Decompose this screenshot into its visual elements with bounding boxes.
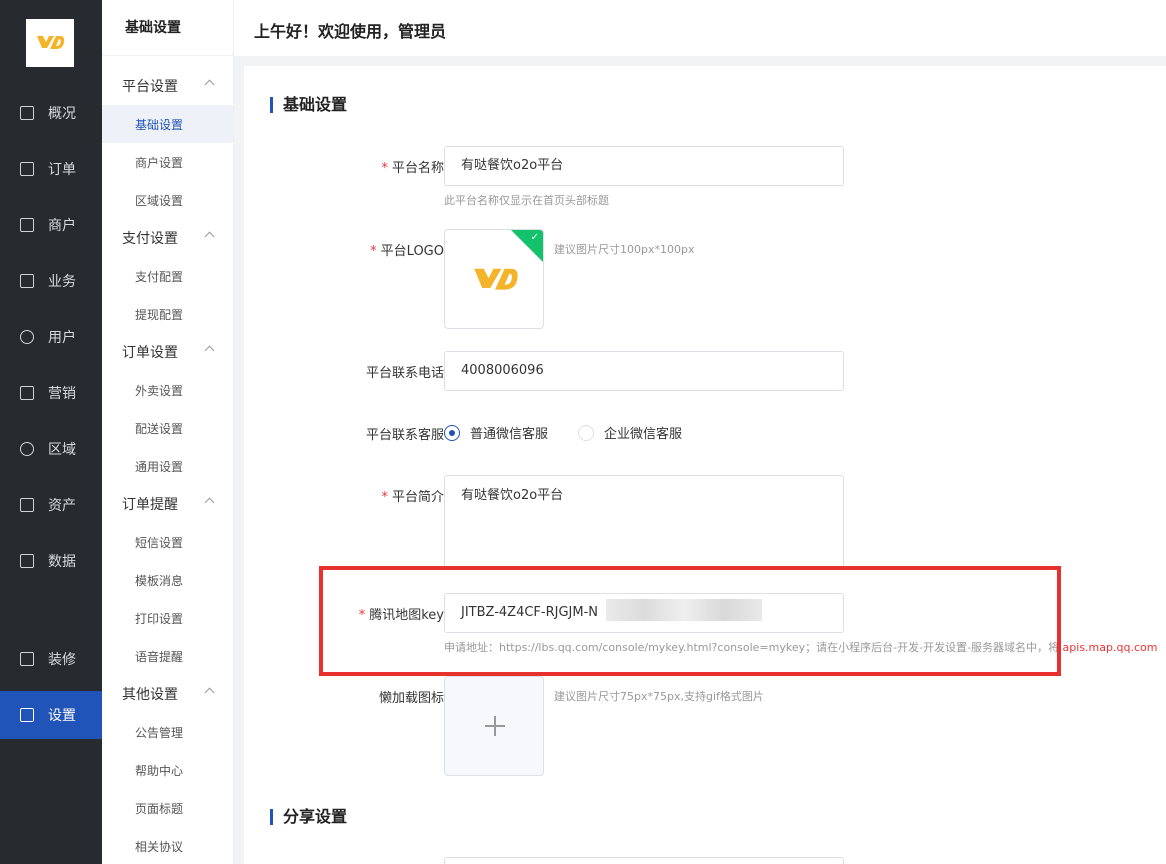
submenu-item-notice[interactable]: 公告管理 <box>102 713 233 751</box>
submenu-header: 基础设置 <box>102 0 233 56</box>
nav-item-marketing[interactable]: 营销 <box>0 369 102 417</box>
nav-item-orders[interactable]: 订单 <box>0 145 102 193</box>
platform-name-hint: 此平台名称仅显示在首页头部标题 <box>444 194 609 207</box>
intro-label: * 平台简介 <box>381 490 444 505</box>
nav-item-decorate[interactable]: 装修 <box>0 635 102 683</box>
decorate-icon <box>20 652 34 666</box>
platform-name-label: * 平台名称 <box>381 161 444 176</box>
platform-name-input[interactable]: 有哒餐饮o2o平台 <box>444 146 844 186</box>
required-mark: * <box>381 161 388 176</box>
lazy-icon-label: 懒加载图标 <box>378 691 444 706</box>
submenu-group-order[interactable]: 订单设置 <box>102 333 233 371</box>
order-list-icon <box>20 162 34 176</box>
radio-option-wechat[interactable]: 普通微信客服 <box>444 423 548 442</box>
submenu-item-general[interactable]: 通用设置 <box>102 447 233 485</box>
platform-logo-hint: 建议图片尺寸100px*100px <box>554 243 695 256</box>
settings-form-card: 基础设置 * 平台名称 有哒餐饮o2o平台 此平台名称仅显示在首页头部标题 * 平台… <box>244 66 1166 864</box>
nav-item-users[interactable]: 用户 <box>0 313 102 361</box>
radio-option-enterprise-wechat[interactable]: 企业微信客服 <box>578 423 682 442</box>
submenu-item-merchant[interactable]: 商户设置 <box>102 143 233 181</box>
submenu-group-reminder[interactable]: 订单提醒 <box>102 485 233 523</box>
chart-board-icon <box>20 106 34 120</box>
submenu-item-print[interactable]: 打印设置 <box>102 599 233 637</box>
required-mark: * <box>370 244 377 259</box>
submenu-item-voice[interactable]: 语音提醒 <box>102 637 233 675</box>
submenu-item-delivery[interactable]: 配送设置 <box>102 409 233 447</box>
phone-label: 平台联系电话 <box>365 366 444 381</box>
share-field-input[interactable] <box>444 857 844 864</box>
bar-chart-icon <box>20 554 34 568</box>
radio-unchecked-icon[interactable] <box>578 424 595 441</box>
submenu-item-payment-config[interactable]: 支付配置 <box>102 257 233 295</box>
nav-item-region[interactable]: 区域 <box>0 425 102 473</box>
platform-logo-label: * 平台LOGO <box>370 244 444 259</box>
lazy-icon-uploader[interactable] <box>444 676 544 776</box>
submenu-group-payment[interactable]: 支付设置 <box>102 219 233 257</box>
section-title-basic: 基础设置 <box>270 97 347 113</box>
submenu-group-platform[interactable]: 平台设置 <box>102 67 233 105</box>
logo-mark-icon <box>37 36 65 49</box>
settings-submenu: 基础设置 平台设置 基础设置 商户设置 区域设置 支付设置 支付配置 提现配置 … <box>102 0 234 864</box>
service-label: 平台联系客服 <box>365 428 444 443</box>
submenu-item-template[interactable]: 模板消息 <box>102 561 233 599</box>
nav-item-settings[interactable]: 设置 <box>0 691 102 739</box>
submenu-item-basic[interactable]: 基础设置 <box>102 105 233 143</box>
map-domain-text: apis.map.qq.com <box>1062 641 1158 654</box>
check-icon: ✓ <box>530 232 539 243</box>
nav-item-merchants[interactable]: 商户 <box>0 201 102 249</box>
submenu-item-page-title[interactable]: 页面标题 <box>102 789 233 827</box>
lazy-icon-hint: 建议图片尺寸75px*75px,支持gif格式图片 <box>554 690 764 703</box>
logo-uploader[interactable]: ✓ <box>444 229 544 329</box>
radio-checked-icon[interactable] <box>444 424 460 441</box>
business-icon <box>20 274 34 288</box>
region-icon <box>20 442 34 456</box>
chevron-up-icon <box>204 231 215 242</box>
chevron-up-icon <box>204 497 215 508</box>
logo-preview-image <box>474 268 518 290</box>
nav-item-overview[interactable]: 概况 <box>0 89 102 137</box>
service-radio-group: 普通微信客服 企业微信客服 <box>444 423 712 442</box>
chevron-up-icon <box>204 79 215 90</box>
merchant-icon <box>20 218 34 232</box>
submenu-item-region[interactable]: 区域设置 <box>102 181 233 219</box>
highlight-box <box>319 566 1061 676</box>
chevron-up-icon <box>204 345 215 356</box>
required-mark: * <box>381 490 388 505</box>
main-nav: 概况 订单 商户 业务 用户 营销 区域 资产 数据 装修 设置 <box>0 0 102 864</box>
marketing-icon <box>20 386 34 400</box>
phone-input[interactable]: 4008006096 <box>444 351 844 391</box>
user-icon <box>20 330 34 344</box>
submenu-group-other[interactable]: 其他设置 <box>102 675 233 713</box>
plus-icon-vertical <box>494 716 496 736</box>
nav-item-assets[interactable]: 资产 <box>0 481 102 529</box>
nav-item-data[interactable]: 数据 <box>0 537 102 585</box>
chevron-up-icon <box>204 687 215 698</box>
top-header: 上午好！欢迎使用，管理员 <box>234 0 1166 56</box>
submenu-item-takeout[interactable]: 外卖设置 <box>102 371 233 409</box>
submenu-item-agreement[interactable]: 相关协议 <box>102 827 233 864</box>
submenu-item-help[interactable]: 帮助中心 <box>102 751 233 789</box>
settings-icon <box>20 708 34 722</box>
app-logo[interactable] <box>26 19 74 67</box>
submenu-item-sms[interactable]: 短信设置 <box>102 523 233 561</box>
asset-icon <box>20 498 34 512</box>
intro-textarea[interactable]: 有哒餐饮o2o平台 <box>444 475 844 569</box>
section-title-share: 分享设置 <box>270 809 347 825</box>
submenu-item-withdraw-config[interactable]: 提现配置 <box>102 295 233 333</box>
greeting-text: 上午好！欢迎使用，管理员 <box>254 22 447 41</box>
nav-item-business[interactable]: 业务 <box>0 257 102 305</box>
